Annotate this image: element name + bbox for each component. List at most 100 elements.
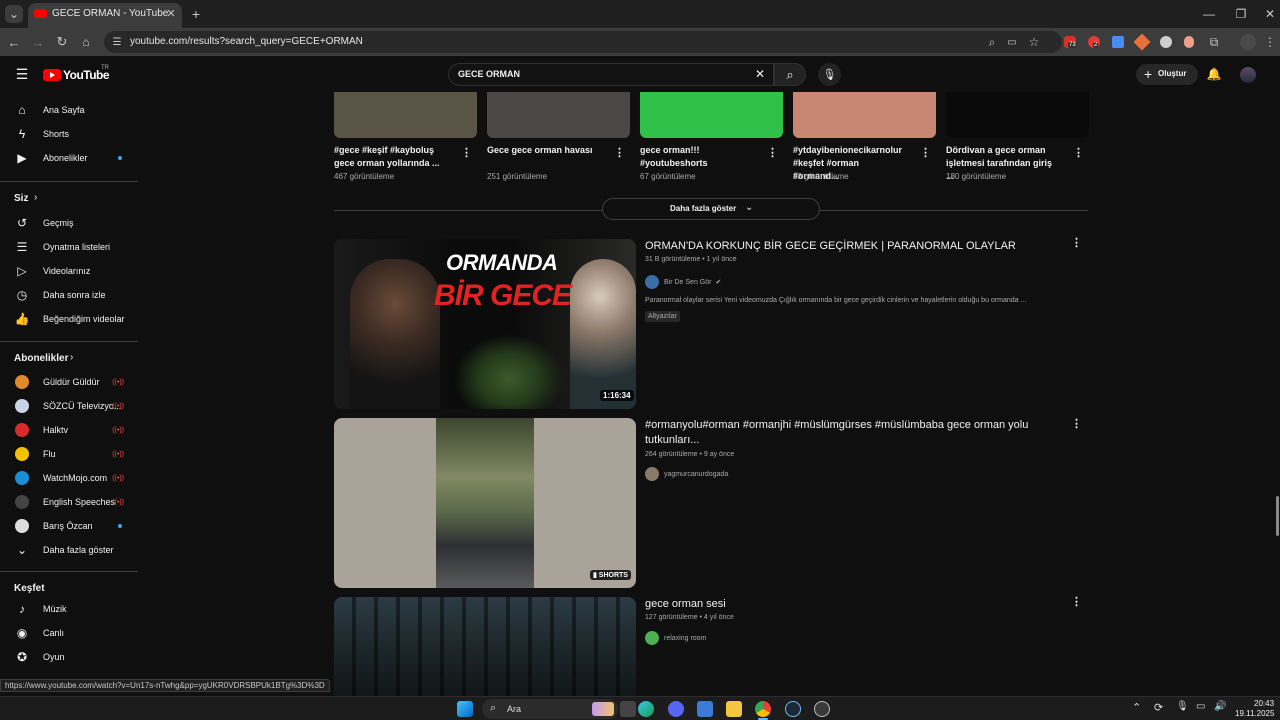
short-thumbnail[interactable] [640,92,783,138]
sidebar-section-heading[interactable]: Abonelikler [14,353,68,364]
subscription-item[interactable]: Barış Özcan [0,514,138,538]
tray-microphone-icon[interactable]: 🎙 [1176,701,1189,712]
video-thumbnail[interactable] [334,597,636,696]
search-button[interactable]: ⌕ [774,63,806,86]
sidebar-item[interactable]: ◷ Daha sonra izle [0,283,138,307]
extension-5-icon[interactable] [1160,36,1172,48]
sidebar-item[interactable]: ϟ Shorts [0,122,138,146]
discord-icon[interactable] [668,701,684,717]
profile-avatar[interactable] [1240,34,1256,50]
sidebar-item[interactable]: ⌂ Ana Sayfa [0,98,138,122]
short-thumbnail[interactable] [487,92,630,138]
home-button-icon[interactable]: ⌂ [78,34,94,50]
sidebar-item[interactable]: ◉ Canlı [0,621,138,645]
sidebar-item[interactable]: 👍 Beğendiğim videolar [0,307,138,331]
youtube-logo[interactable]: YouTube TR [43,65,113,83]
notifications-bell-icon[interactable]: 🔔 [1206,66,1222,82]
short-menu-icon[interactable]: ⋮ [614,146,625,159]
search-box[interactable]: GECE ORMAN ✕ [448,63,774,86]
minimize-icon[interactable]: — [1200,6,1218,22]
extensions-puzzle-icon[interactable]: ⧉ [1206,34,1222,50]
clock-time[interactable]: 20:43 [1254,699,1274,708]
video-thumbnail[interactable]: ORMANDA BİR GECE 1:16:34 [334,239,636,409]
browser-tab[interactable]: GECE ORMAN - YouTube ✕ [28,3,182,28]
short-thumbnail[interactable] [793,92,936,138]
video-thumbnail[interactable]: ▮ SHORTS [334,418,636,588]
address-bar[interactable]: ☰ youtube.com/results?search_query=GECE+… [104,31,1062,53]
short-menu-icon[interactable]: ⋮ [1073,146,1084,159]
taskbar-search[interactable]: ⌕ Ara [482,699,618,719]
extension-3-icon[interactable] [1112,36,1124,48]
short-card[interactable]: Gece gece orman havası 251 görüntüleme ⋮ [487,92,630,181]
sidebar-item[interactable]: ✪ Oyun [0,645,138,669]
channel-link[interactable]: yagmurcanurdogada [645,467,728,481]
subscription-item[interactable]: Flu ((•)) [0,442,138,466]
short-card[interactable]: #gece #keşif #kayboluş gece orman yollar… [334,92,477,181]
task-view-icon[interactable] [620,701,636,717]
app-icon[interactable] [814,701,830,717]
subscription-item[interactable]: SÖZCÜ Televizyo... ((•)) [0,394,138,418]
short-thumbnail[interactable] [334,92,477,138]
clock-date[interactable]: 19.11.2025 [1235,709,1274,718]
create-button[interactable]: + Oluştur [1136,64,1198,85]
video-title[interactable]: ORMAN'DA KORKUNÇ BİR GECE GEÇİRMEK | PAR… [645,239,1045,254]
subscription-item[interactable]: Güldür Güldür ((•)) [0,370,138,394]
account-avatar[interactable] [1240,67,1256,83]
sidebar-item[interactable]: ↺ Geçmiş [0,211,138,235]
tab-search-icon[interactable]: ⌄ [5,5,23,23]
reload-icon[interactable]: ↻ [54,34,70,50]
sidebar-item[interactable]: ▶ Abonelikler [0,146,138,170]
search-input[interactable]: GECE ORMAN [458,69,520,79]
guide-menu-icon[interactable]: ☰ [14,66,30,82]
tray-sync-icon[interactable]: ⟳ [1154,701,1163,714]
page-scrollbar[interactable] [1276,496,1279,536]
short-card[interactable]: Dördivan a gece orman işletmesi tarafınd… [946,92,1089,181]
channel-link[interactable]: relaxing room [645,631,706,645]
steam-icon[interactable] [785,701,801,717]
windows-start-icon[interactable] [457,701,473,717]
subscription-item[interactable]: Halktv ((•)) [0,418,138,442]
show-more-button[interactable]: Daha fazla göster ⌄ [602,198,820,220]
sidebar-item[interactable]: ♪ Müzik [0,597,138,621]
video-title[interactable]: gece orman sesi [645,597,1045,612]
voice-search-button[interactable]: 🎙 [818,63,841,86]
short-card[interactable]: gece orman!!! #youtubeshorts 67 görüntüle… [640,92,783,181]
video-menu-icon[interactable]: ⋮ [1071,236,1082,249]
sidebar-item[interactable]: ⌄ Daha fazla göster [0,538,138,562]
zoom-icon[interactable]: ⌕ [984,34,1000,50]
video-title[interactable]: #ormanyolu#orman #ormanjhi #müslümgürses… [645,418,1045,448]
file-explorer-icon[interactable] [726,701,742,717]
tray-volume-icon[interactable]: 🔊 [1214,701,1226,712]
close-window-icon[interactable]: ✕ [1262,6,1278,22]
video-menu-icon[interactable]: ⋮ [1071,595,1082,608]
tray-network-icon[interactable]: ▭ [1196,701,1205,712]
store-icon[interactable] [697,701,713,717]
tray-overflow-icon[interactable]: ⌃ [1132,701,1141,714]
video-menu-icon[interactable]: ⋮ [1071,417,1082,430]
maximize-icon[interactable]: ❐ [1232,6,1250,22]
short-title[interactable]: Gece gece orman havası [487,144,599,157]
bookmark-star-icon[interactable]: ☆ [1026,34,1042,50]
clear-search-icon[interactable]: ✕ [753,67,767,81]
forward-icon[interactable]: → [30,34,46,50]
short-card[interactable]: #ytdayibenionecikarnolur #keşfet #orman … [793,92,936,181]
short-thumbnail[interactable] [946,92,1089,138]
sidebar-section-heading[interactable]: Keşfet [14,583,45,594]
short-menu-icon[interactable]: ⋮ [920,146,931,159]
subscription-item[interactable]: WatchMojo.com ((•)) [0,466,138,490]
channel-link[interactable]: Bir De Sen Gör ✔ [645,275,721,289]
sidebar-section-heading[interactable]: Siz [14,193,28,204]
close-tab-icon[interactable]: ✕ [164,6,178,20]
short-title[interactable]: #gece #keşif #kayboluş gece orman yollar… [334,144,446,170]
short-menu-icon[interactable]: ⋮ [767,146,778,159]
site-info-icon[interactable]: ☰ [110,35,124,49]
back-icon[interactable]: ← [6,34,22,50]
extension-4-icon[interactable] [1133,33,1151,51]
browser-menu-icon[interactable]: ⋮ [1264,34,1276,50]
sidebar-item[interactable]: ☰ Oynatma listeleri [0,235,138,259]
extension-6-icon[interactable] [1184,36,1194,48]
cast-icon[interactable]: ▭ [1004,34,1020,50]
edge-icon[interactable] [638,701,654,717]
short-title[interactable]: gece orman!!! #youtubeshorts [640,144,752,170]
new-tab-icon[interactable]: + [188,6,204,22]
